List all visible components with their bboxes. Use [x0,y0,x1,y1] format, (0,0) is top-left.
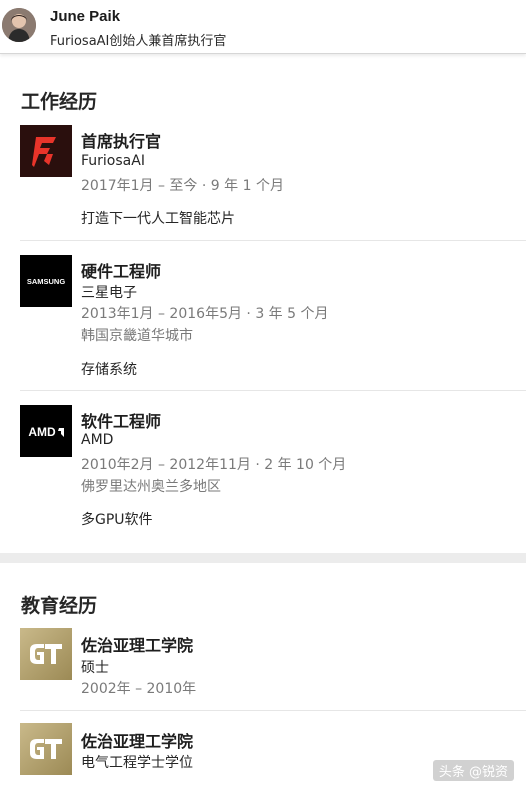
company-name[interactable]: 三星电子 [81,282,137,302]
samsung-logo-text: SAMSUNG [27,277,66,286]
degree: 硕士 [81,660,109,676]
amd-logo-text: AMD [28,425,56,439]
profile-headline: FuriosaAI创始人兼首席执行官 [50,34,227,49]
profile-name[interactable]: June Paik [50,8,120,25]
school-name[interactable]: 佐治亚理工学院 [81,632,193,656]
employment-dates: 2017年1月 – 至今 · 9 年 1 个月 [81,178,284,194]
job-location: 韩国京畿道华城市 [81,328,193,344]
entry-divider [20,390,526,391]
samsung-logo[interactable]: SAMSUNG [20,255,72,307]
furiosa-logo[interactable] [20,125,72,177]
profile-page: June Paik FuriosaAI创始人兼首席执行官 工作经历 首席执行官 … [0,0,526,788]
job-description: 打造下一代人工智能芯片 [81,211,235,227]
job-location: 佛罗里达州奥兰多地区 [81,479,221,495]
section-divider [0,553,526,563]
company-name[interactable]: AMD [81,432,113,448]
company-name[interactable]: FuriosaAI [81,153,145,169]
profile-header: June Paik FuriosaAI创始人兼首席执行官 [0,0,526,54]
education-section-title: 教育经历 [21,595,98,617]
experience-section-title: 工作经历 [21,91,98,113]
education-dates: 2002年 – 2010年 [81,681,197,697]
employment-dates: 2010年2月 – 2012年11月 · 2 年 10 个月 [81,457,347,473]
entry-divider [20,710,526,711]
school-name[interactable]: 佐治亚理工学院 [81,728,193,752]
watermark: 头条 @锐资 [432,760,514,781]
degree: 电气工程学士学位 [81,755,193,771]
georgia-tech-logo[interactable] [20,723,72,775]
job-title[interactable]: 首席执行官 [81,128,161,152]
employment-dates: 2013年1月 – 2016年5月 · 3 年 5 个月 [81,306,329,322]
job-description: 存储系统 [81,362,137,378]
georgia-tech-logo[interactable] [20,628,72,680]
avatar[interactable] [2,8,36,42]
job-title[interactable]: 硬件工程师 [81,258,161,282]
job-title[interactable]: 软件工程师 [81,408,161,432]
amd-logo[interactable]: AMD [20,405,72,457]
job-description: 多GPU软件 [81,512,153,528]
entry-divider [20,240,526,241]
